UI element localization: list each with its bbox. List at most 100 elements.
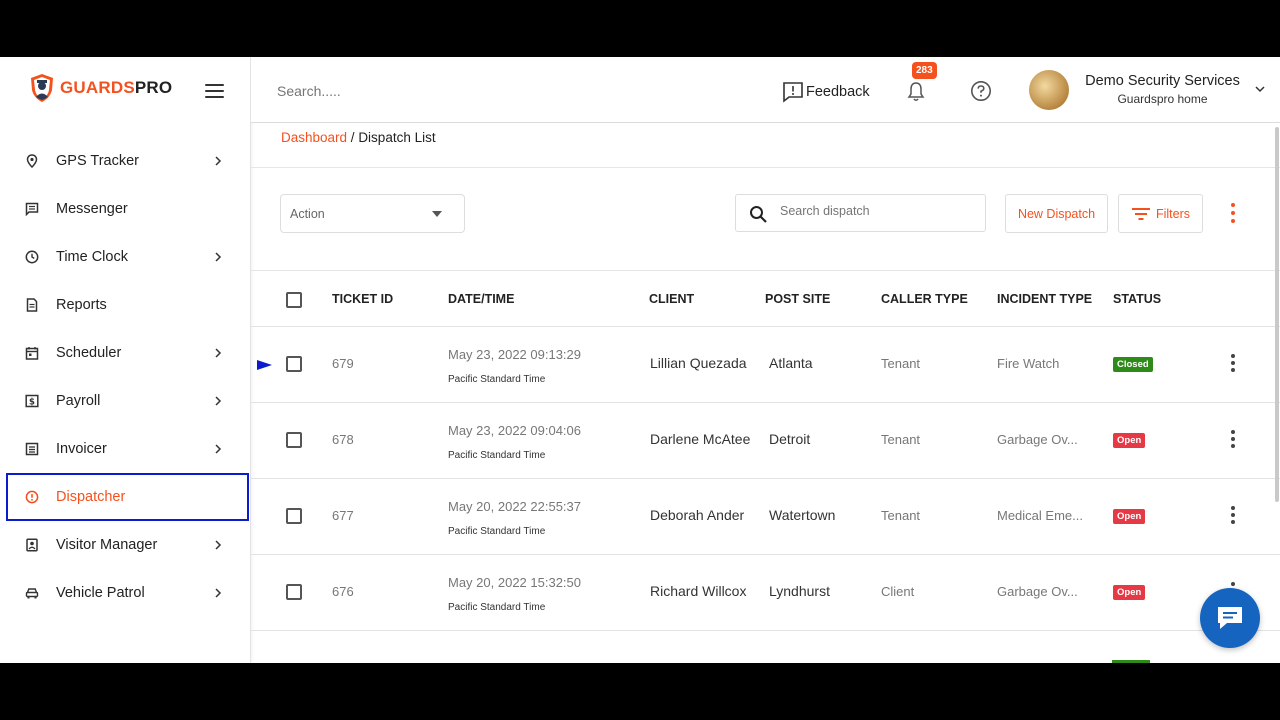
status-badge: Open xyxy=(1113,433,1146,448)
filter-icon xyxy=(1131,207,1150,220)
table-row[interactable]: 679 May 23, 2022 09:13:29 Pacific Standa… xyxy=(251,327,1280,403)
column-header-incident-type[interactable]: INCIDENT TYPE xyxy=(997,292,1092,306)
chevron-right-icon xyxy=(215,156,222,166)
sidebar-item-label: Invoicer xyxy=(56,441,107,457)
sidebar-item-scheduler[interactable]: Scheduler xyxy=(0,329,251,377)
caller-type-cell: Tenant xyxy=(881,432,921,447)
action-dropdown[interactable]: Action xyxy=(280,194,465,233)
filters-button[interactable]: Filters xyxy=(1118,194,1203,233)
ticket-id-cell: 679 xyxy=(332,356,354,371)
column-header-client[interactable]: CLIENT xyxy=(649,292,694,306)
timezone-cell: Pacific Standard Time xyxy=(448,374,546,385)
logo[interactable]: GUARDSPRO xyxy=(30,73,172,103)
location-pin-icon xyxy=(25,154,39,168)
row-checkbox[interactable] xyxy=(286,356,302,372)
sidebar-item-time-clock[interactable]: Time Clock xyxy=(0,233,251,281)
row-actions-icon[interactable] xyxy=(1230,354,1236,374)
chevron-down-icon[interactable] xyxy=(1255,85,1265,93)
caller-type-cell: Tenant xyxy=(881,356,921,371)
post-site-cell: Watertown xyxy=(769,507,836,523)
status-badge: Open xyxy=(1113,585,1146,600)
more-options-icon[interactable] xyxy=(1229,203,1237,225)
post-site-cell: Lyndhurst xyxy=(769,583,830,599)
row-checkbox[interactable] xyxy=(286,432,302,448)
row-checkbox[interactable] xyxy=(286,584,302,600)
caret-down-icon xyxy=(432,211,442,217)
datetime-cell: May 23, 2022 09:13:29 xyxy=(448,347,581,362)
feedback-icon xyxy=(783,82,803,103)
svg-text:$: $ xyxy=(29,398,35,408)
calendar-icon xyxy=(25,346,39,360)
sidebar-item-reports[interactable]: Reports xyxy=(0,281,251,329)
chat-button[interactable] xyxy=(1200,588,1260,648)
chevron-right-icon xyxy=(215,540,222,550)
incident-type-cell: Fire Watch xyxy=(997,356,1060,371)
divider xyxy=(251,270,1280,271)
status-badge: Closed xyxy=(1113,357,1153,372)
sidebar-item-label: Dispatcher xyxy=(56,489,126,505)
chevron-right-icon xyxy=(215,396,222,406)
document-icon xyxy=(25,298,39,312)
sidebar-item-visitor-manager[interactable]: Visitor Manager xyxy=(0,521,251,569)
select-all-checkbox[interactable] xyxy=(286,292,302,308)
client-cell: Deborah Ander xyxy=(650,507,745,523)
new-dispatch-button[interactable]: New Dispatch xyxy=(1005,194,1108,233)
row-actions-icon[interactable] xyxy=(1230,430,1236,450)
datetime-cell: May 20, 2022 15:32:50 xyxy=(448,575,581,590)
global-search-input[interactable] xyxy=(277,83,477,99)
feedback-label: Feedback xyxy=(806,84,870,100)
column-header-post-site[interactable]: POST SITE xyxy=(765,292,830,306)
menu-toggle-icon[interactable] xyxy=(205,84,224,98)
ticket-id-cell: 678 xyxy=(332,432,354,447)
timezone-cell: Pacific Standard Time xyxy=(448,450,546,461)
letterbox-top xyxy=(0,0,1280,57)
scrollbar[interactable] xyxy=(1275,127,1279,502)
chevron-right-icon xyxy=(215,444,222,454)
sidebar-item-payroll[interactable]: $ Payroll xyxy=(0,377,251,425)
caller-type-cell: Tenant xyxy=(881,508,921,523)
company-subtitle: Guardspro home xyxy=(1117,92,1208,106)
column-header-datetime[interactable]: DATE/TIME xyxy=(448,292,514,306)
sidebar-item-label: GPS Tracker xyxy=(56,153,139,169)
column-header-caller-type[interactable]: CALLER TYPE xyxy=(881,292,968,306)
ticket-id-cell: 676 xyxy=(332,584,354,599)
bell-icon[interactable] xyxy=(906,81,926,103)
chat-bubble-icon xyxy=(1218,607,1242,629)
visitor-badge-icon xyxy=(25,538,39,552)
company-info[interactable]: Demo Security Services Guardspro home xyxy=(1085,73,1240,106)
breadcrumb-dashboard-link[interactable]: Dashboard xyxy=(281,130,347,145)
sidebar-item-gps-tracker[interactable]: GPS Tracker xyxy=(0,137,251,185)
dispatch-search-input[interactable] xyxy=(780,204,975,218)
sidebar: GUARDSPRO GPS Tracker Messenger Time Clo… xyxy=(0,57,251,663)
table-row[interactable]: 677 May 20, 2022 22:55:37 Pacific Standa… xyxy=(251,479,1280,555)
column-header-status[interactable]: STATUS xyxy=(1113,292,1161,306)
guard-shield-icon xyxy=(31,74,53,102)
breadcrumb-current: Dispatch List xyxy=(358,130,436,145)
caller-type-cell: Client xyxy=(881,584,915,599)
breadcrumb-separator: / xyxy=(347,130,359,145)
client-cell: Lillian Quezada xyxy=(650,355,747,371)
sidebar-item-invoicer[interactable]: Invoicer xyxy=(0,425,251,473)
company-name: Demo Security Services xyxy=(1085,73,1240,89)
sidebar-item-vehicle-patrol[interactable]: Vehicle Patrol xyxy=(0,569,251,617)
table-row[interactable]: 676 May 20, 2022 15:32:50 Pacific Standa… xyxy=(251,555,1280,631)
sidebar-item-dispatcher[interactable]: Dispatcher xyxy=(6,473,249,521)
row-pointer-arrow-icon xyxy=(257,360,272,370)
post-site-cell: Atlanta xyxy=(769,355,813,371)
company-avatar[interactable] xyxy=(1029,70,1069,110)
feedback-button[interactable]: Feedback xyxy=(782,81,870,103)
column-header-ticket-id[interactable]: TICKET ID xyxy=(332,292,393,306)
action-dropdown-label: Action xyxy=(290,206,325,221)
sidebar-nav: GPS Tracker Messenger Time Clock Reports… xyxy=(0,137,251,617)
incident-type-cell: Garbage Ov... xyxy=(997,432,1078,447)
sidebar-item-label: Reports xyxy=(56,297,107,313)
sidebar-item-label: Time Clock xyxy=(56,249,128,265)
timezone-cell: Pacific Standard Time xyxy=(448,526,546,537)
sidebar-item-messenger[interactable]: Messenger xyxy=(0,185,251,233)
chevron-right-icon xyxy=(215,252,222,262)
help-icon[interactable] xyxy=(970,80,992,102)
dispatch-search-box[interactable] xyxy=(735,194,986,232)
row-checkbox[interactable] xyxy=(286,508,302,524)
row-actions-icon[interactable] xyxy=(1230,506,1236,526)
table-row[interactable]: 678 May 23, 2022 09:04:06 Pacific Standa… xyxy=(251,403,1280,479)
